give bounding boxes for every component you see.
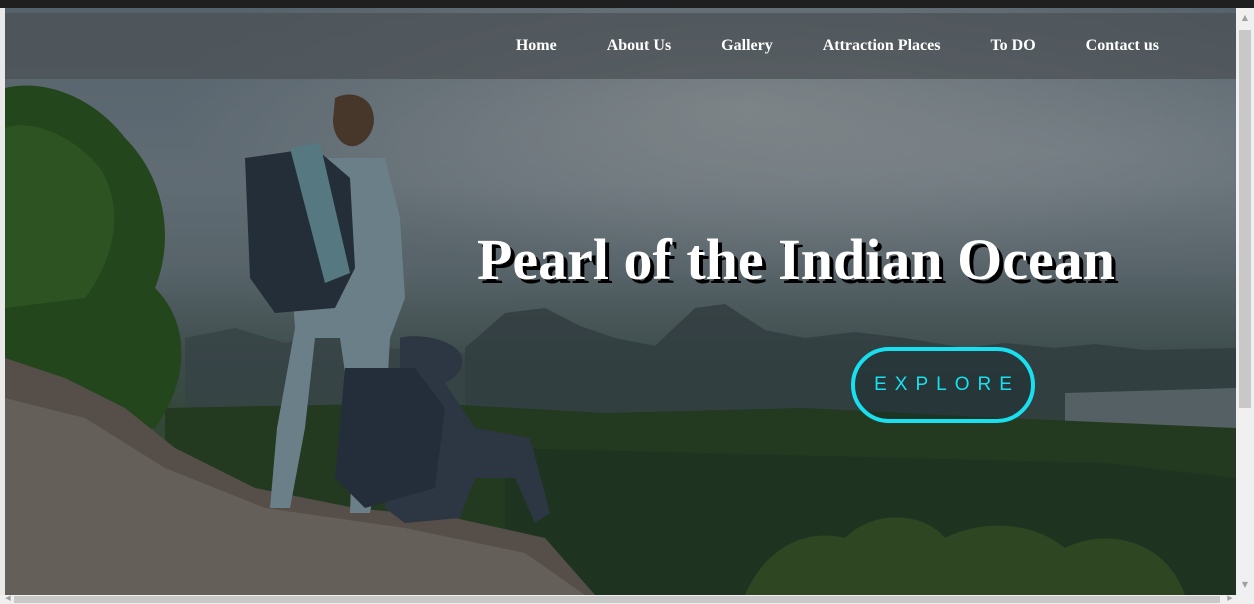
vertical-scrollbar-thumb[interactable] — [1239, 30, 1251, 408]
nav-item-attraction-places[interactable]: Attraction Places — [823, 37, 941, 55]
horizontal-scrollbar-thumb[interactable] — [14, 596, 1220, 603]
nav-item-contact-us[interactable]: Contact us — [1086, 37, 1159, 55]
horizontal-scrollbar[interactable]: ◀ ▶ — [0, 592, 1254, 604]
nav-menu: Home About Us Gallery Attraction Places … — [516, 13, 1159, 79]
chevron-up-icon[interactable]: ▲ — [1236, 10, 1254, 26]
chevron-left-icon[interactable]: ◀ — [2, 592, 14, 604]
hero-title: Pearl of the Indian Ocean — [477, 227, 1115, 292]
nav-item-home[interactable]: Home — [516, 37, 557, 55]
window-top-border — [0, 0, 1254, 8]
nav-item-gallery[interactable]: Gallery — [721, 37, 773, 55]
top-navigation-bar: Home About Us Gallery Attraction Places … — [5, 13, 1236, 79]
page-viewport: Home About Us Gallery Attraction Places … — [5, 8, 1236, 595]
vertical-scrollbar[interactable]: ▲ ▼ — [1236, 8, 1254, 595]
chevron-down-icon[interactable]: ▼ — [1236, 577, 1254, 593]
nav-item-to-do[interactable]: To DO — [990, 37, 1035, 55]
chevron-right-icon[interactable]: ▶ — [1224, 592, 1236, 604]
nav-item-about-us[interactable]: About Us — [607, 37, 671, 55]
explore-button[interactable]: EXPLORE — [851, 347, 1035, 423]
hero-dark-overlay — [5, 8, 1236, 595]
